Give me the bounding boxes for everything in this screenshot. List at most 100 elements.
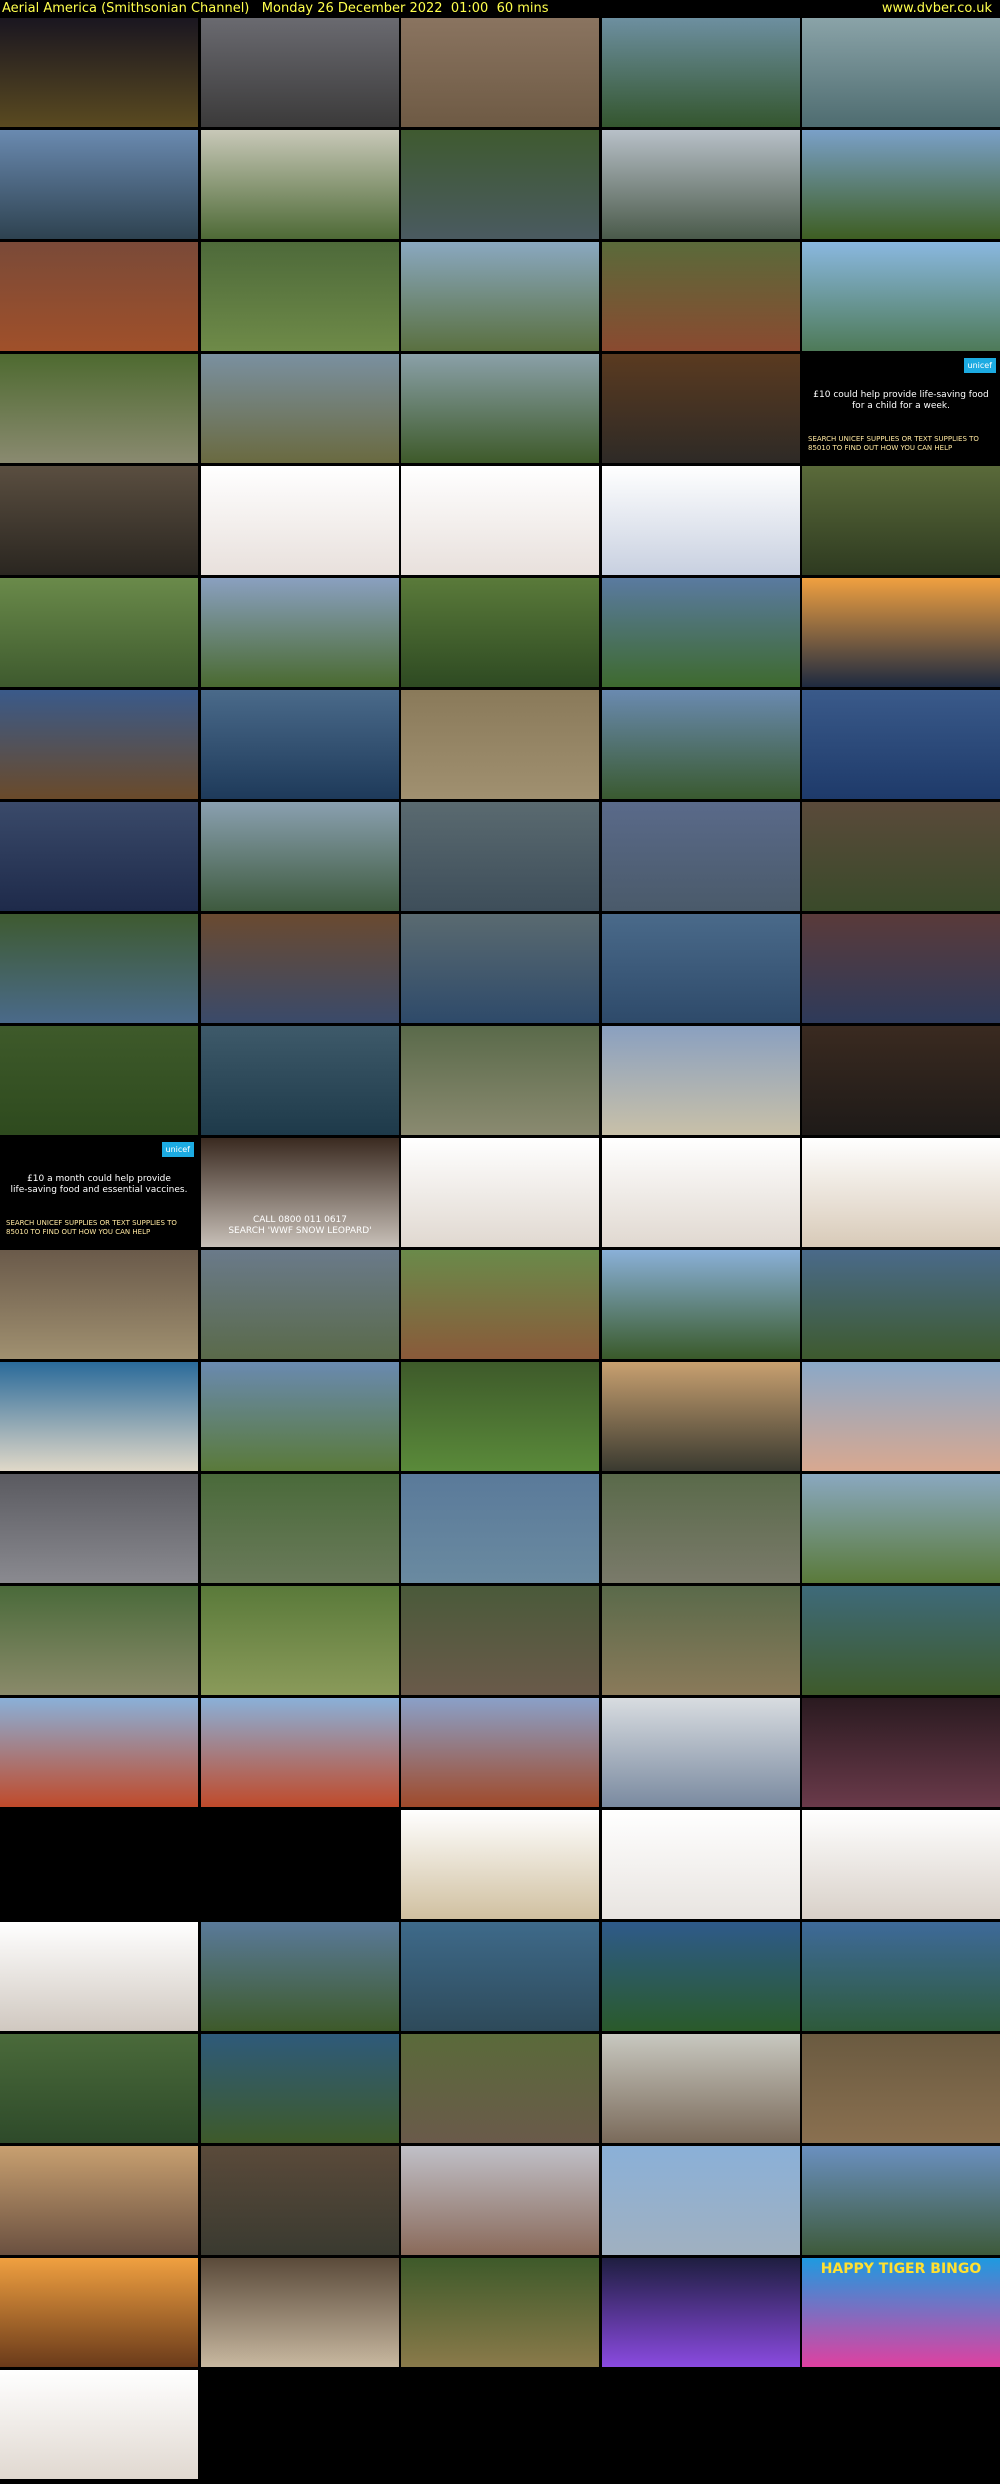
thumbnail (0, 2370, 198, 2479)
thumbnail (602, 1026, 800, 1135)
thumbnail (201, 802, 399, 911)
thumbnail (0, 690, 198, 799)
thumbnail (0, 1698, 198, 1807)
thumbnail (201, 914, 399, 1023)
thumbnail (0, 18, 198, 127)
thumbnail (0, 2034, 198, 2143)
thumbnail (401, 802, 599, 911)
thumbnail (0, 1026, 198, 1135)
thumbnail (201, 1698, 399, 1807)
thumbnail (802, 1586, 1000, 1695)
thumbnail (602, 802, 800, 911)
thumbnail (602, 690, 800, 799)
thumbnail (802, 2034, 1000, 2143)
thumbnail (401, 1922, 599, 2031)
thumbnail (802, 1026, 1000, 1135)
thumbnail (602, 354, 800, 463)
thumbnail (201, 690, 399, 799)
thumbnail (802, 18, 1000, 127)
thumbnail (0, 2146, 198, 2255)
thumbnail: £10 could help provide life-saving food … (802, 354, 1000, 463)
thumbnail (602, 18, 800, 127)
thumbnail (802, 914, 1000, 1023)
thumbnail (802, 130, 1000, 239)
programme-duration: 60 mins (496, 1, 549, 16)
thumbnail (201, 578, 399, 687)
programme-title: Aerial America (Smithsonian Channel) (2, 1, 250, 16)
thumbnail (0, 1250, 198, 1359)
thumbnail (401, 130, 599, 239)
thumbnail (401, 1698, 599, 1807)
thumbnail (0, 802, 198, 911)
thumbnail (401, 1474, 599, 1583)
thumbnail (0, 2258, 198, 2367)
thumbnail (602, 130, 800, 239)
thumbnail (0, 578, 198, 687)
thumbnail (401, 1138, 599, 1247)
thumbnail (0, 354, 198, 463)
thumbnail (201, 242, 399, 351)
thumbnail (602, 2146, 800, 2255)
thumbnail (0, 1586, 198, 1695)
thumbnail (602, 242, 800, 351)
thumbnail (802, 578, 1000, 687)
thumbnail (802, 1698, 1000, 1807)
thumbnail (201, 18, 399, 127)
thumbnail (0, 242, 198, 351)
thumbnail (201, 2146, 399, 2255)
thumbnail (201, 354, 399, 463)
thumbnail-cta: SEARCH UNICEF SUPPLIES OR TEXT SUPPLIES … (6, 1219, 177, 1236)
broadcast-time: 01:00 (450, 1, 489, 16)
thumbnail (602, 1138, 800, 1247)
broadcast-date: Monday 26 December 2022 (261, 1, 443, 16)
thumbnail-cta: SEARCH UNICEF SUPPLIES OR TEXT SUPPLIES … (808, 435, 979, 452)
thumbnail: £10 a month could help provide life-savi… (0, 1138, 198, 1247)
thumbnail (401, 1586, 599, 1695)
thumbnail (401, 242, 599, 351)
thumbnail (201, 1250, 399, 1359)
thumbnail (401, 1026, 599, 1135)
thumbnail (401, 354, 599, 463)
site-link[interactable]: www.dvber.co.uk (882, 0, 992, 17)
thumbnail (802, 466, 1000, 575)
thumbnail (602, 1698, 800, 1807)
thumbnail (802, 1138, 1000, 1247)
thumbnail-grid: £10 could help provide life-saving food … (0, 18, 1000, 2484)
thumbnail (602, 1474, 800, 1583)
thumbnail (602, 1810, 800, 1919)
thumbnail (0, 1362, 198, 1471)
thumbnail (401, 1250, 599, 1359)
thumbnail-caption: CALL 0800 011 0617 SEARCH 'WWF SNOW LEOP… (228, 1215, 372, 1236)
thumbnail (602, 1362, 800, 1471)
thumbnail (201, 466, 399, 575)
thumbnail (802, 1362, 1000, 1471)
thumbnail (602, 466, 800, 575)
thumbnail-caption: HAPPY TIGER BINGO (820, 2261, 982, 2277)
unicef-badge: unicef (161, 1142, 194, 1157)
thumbnail (201, 2034, 399, 2143)
thumbnail (0, 1922, 198, 2031)
thumbnail (201, 1586, 399, 1695)
thumbnail (401, 1810, 599, 1919)
thumbnail (201, 2258, 399, 2367)
thumbnail (802, 690, 1000, 799)
thumbnail-caption: £10 a month could help provide life-savi… (10, 1174, 188, 1195)
thumbnail (602, 2034, 800, 2143)
thumbnail (401, 2146, 599, 2255)
thumbnail (401, 2034, 599, 2143)
thumbnail (802, 1250, 1000, 1359)
thumbnail (602, 1922, 800, 2031)
thumbnail (602, 914, 800, 1023)
thumbnail (201, 130, 399, 239)
thumbnail (401, 578, 599, 687)
thumbnail: HAPPY TIGER BINGO (802, 2258, 1000, 2367)
thumbnail (802, 1922, 1000, 2031)
thumbnail (401, 18, 599, 127)
thumbnail (0, 1810, 198, 1919)
thumbnail (802, 802, 1000, 911)
programme-info: Aerial America (Smithsonian Channel) Mon… (2, 0, 549, 17)
thumbnail (401, 466, 599, 575)
thumbnail (802, 242, 1000, 351)
thumbnail (0, 1474, 198, 1583)
thumbnail (802, 1810, 1000, 1919)
